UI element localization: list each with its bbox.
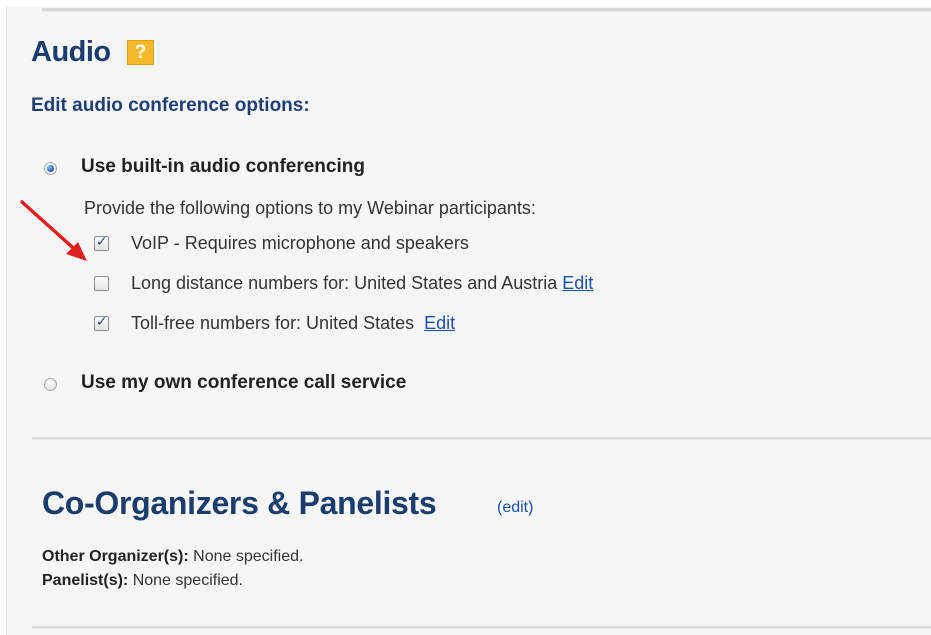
panelists-label: Panelist(s):: [42, 572, 129, 589]
panelists-value: None specified.: [132, 572, 243, 589]
own-conference-radio[interactable]: [44, 378, 57, 391]
audio-heading: Audio: [31, 36, 111, 68]
builtin-audio-radio[interactable]: [44, 162, 57, 175]
coorganizers-heading: Co-Organizers & Panelists: [42, 485, 437, 521]
other-organizers-value: None specified.: [193, 548, 304, 565]
long-distance-edit-link[interactable]: Edit: [562, 273, 593, 293]
panelists-line: Panelist(s): None specified.: [42, 572, 243, 590]
long-distance-option: Long distance numbers for: United States…: [131, 273, 593, 294]
own-conference-label[interactable]: Use my own conference call service: [81, 372, 406, 394]
long-distance-checkbox[interactable]: [94, 276, 109, 291]
voip-label[interactable]: VoIP - Requires microphone and speakers: [131, 233, 469, 254]
audio-options-subheading: Edit audio conference options:: [31, 95, 310, 116]
section-divider: [32, 437, 931, 440]
toll-free-option: Toll-free numbers for: United States Edi…: [131, 313, 455, 334]
other-organizers-line: Other Organizer(s): None specified.: [42, 548, 303, 566]
toll-free-checkbox[interactable]: [94, 314, 109, 331]
long-distance-label[interactable]: Long distance numbers for: United States…: [131, 273, 557, 293]
provide-options-text: Provide the following options to my Webi…: [84, 198, 536, 218]
bottom-divider: [32, 626, 931, 629]
toll-free-label[interactable]: Toll-free numbers for: United States: [131, 313, 414, 333]
other-organizers-label: Other Organizer(s):: [42, 548, 189, 565]
red-arrow-icon: [20, 200, 87, 261]
help-icon[interactable]: ?: [127, 40, 154, 65]
coorganizers-edit-link[interactable]: (edit): [497, 499, 533, 517]
builtin-audio-label[interactable]: Use built-in audio conferencing: [81, 156, 365, 178]
top-divider: [42, 8, 931, 12]
voip-checkbox[interactable]: [94, 234, 109, 251]
toll-free-edit-link[interactable]: Edit: [424, 313, 455, 333]
